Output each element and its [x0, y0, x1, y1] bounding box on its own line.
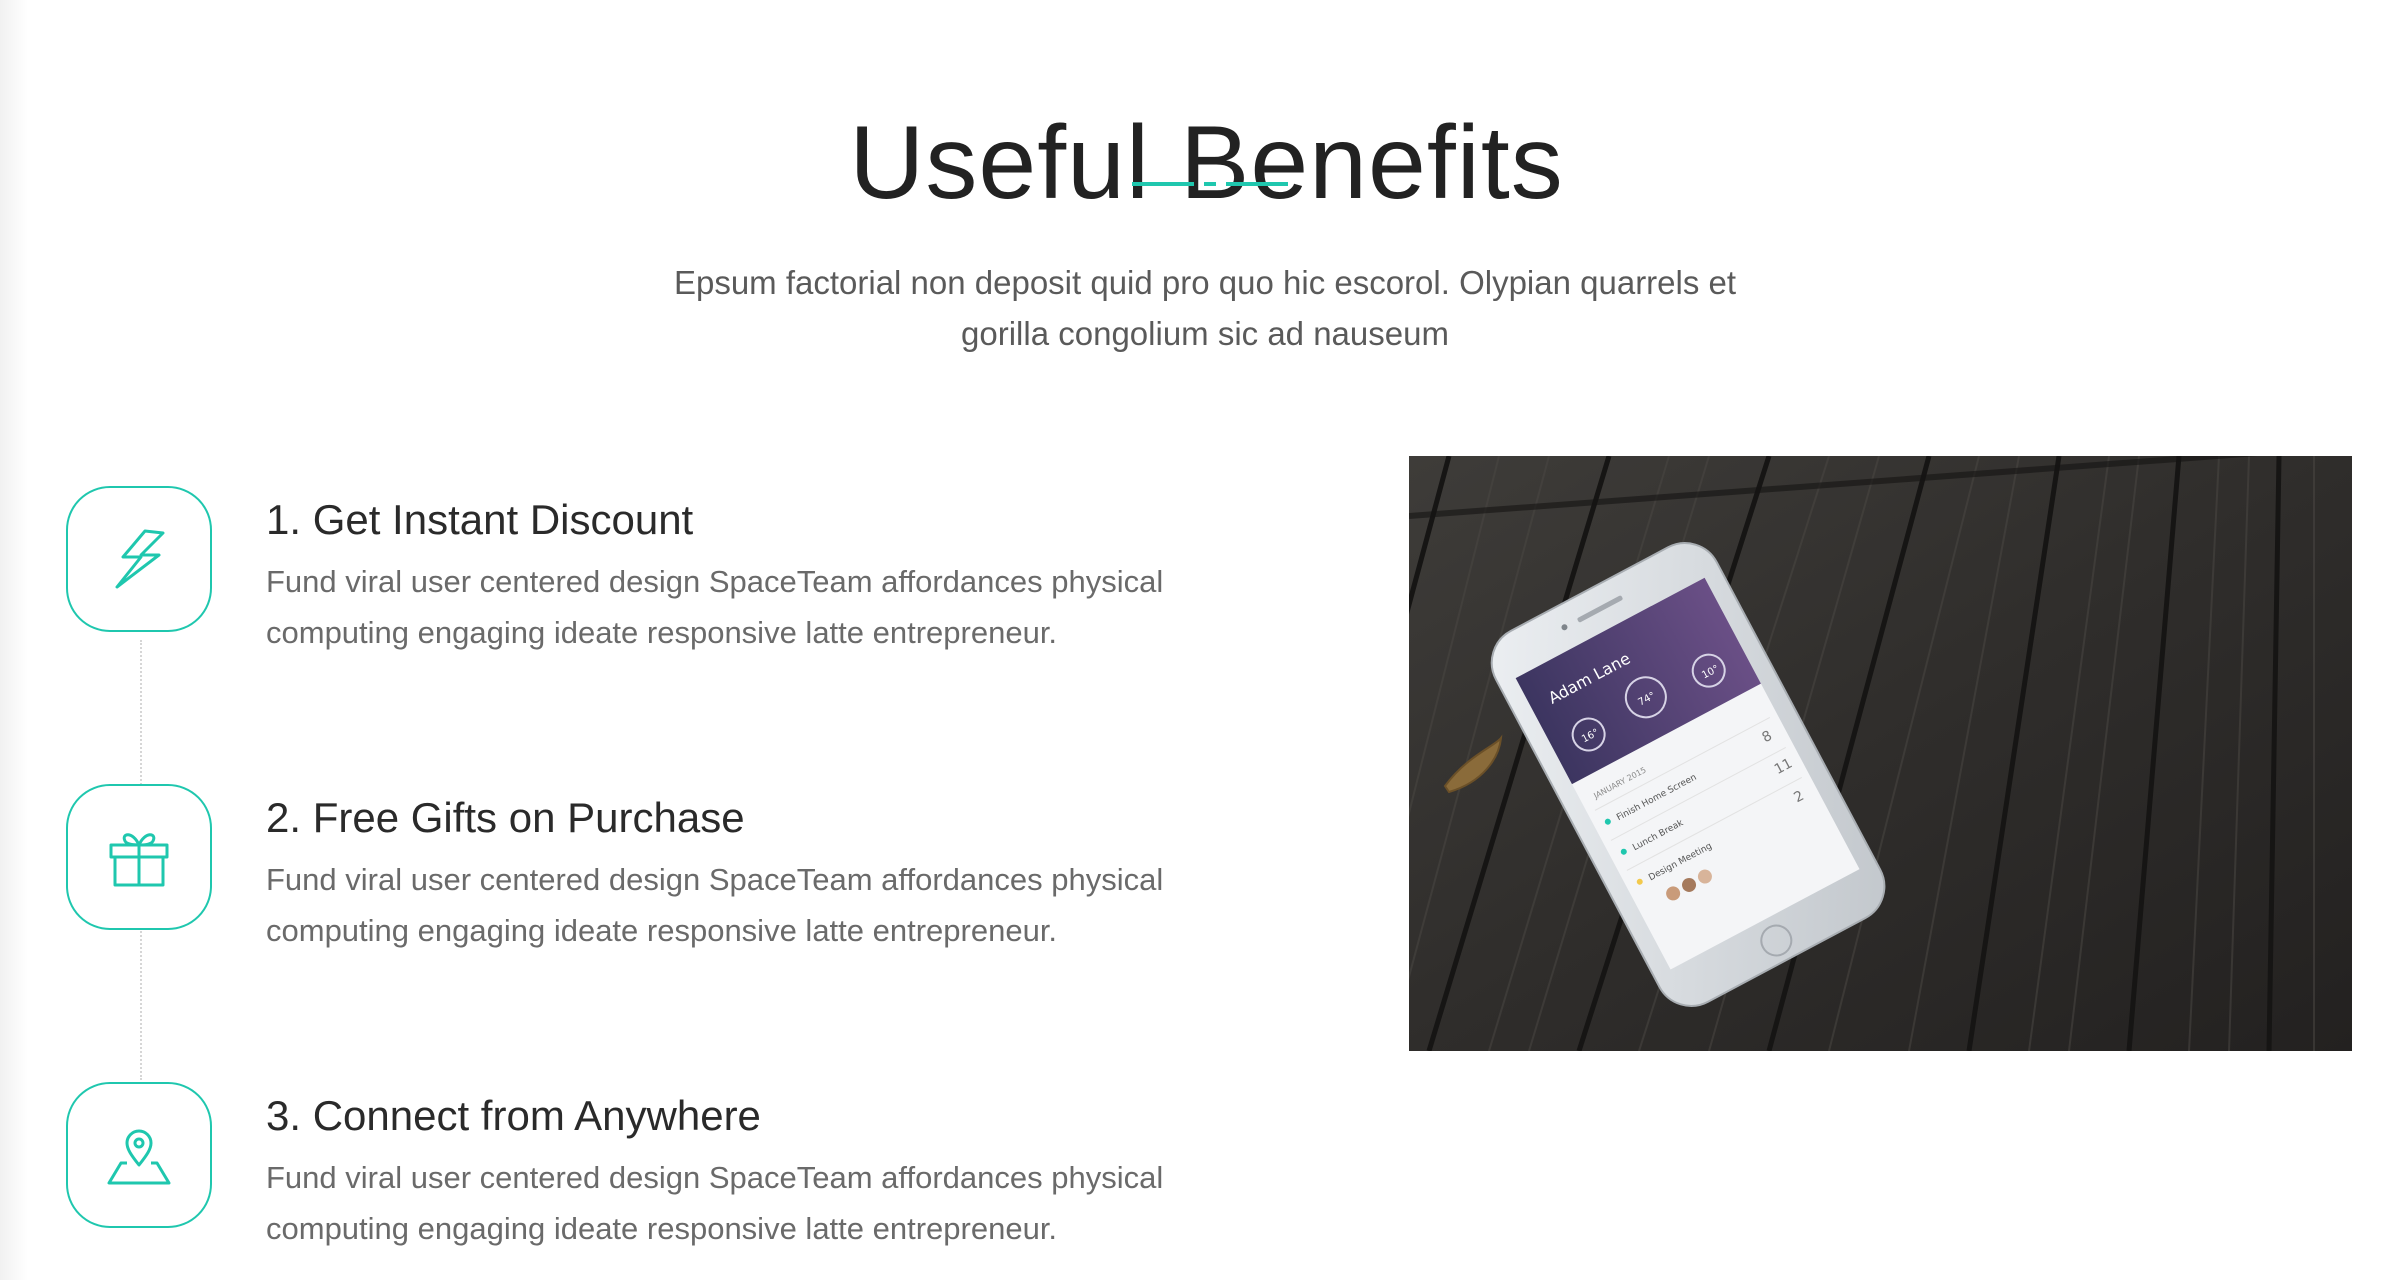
feature-item: 1. Get Instant Discount Fund viral user …: [66, 486, 1266, 650]
map-pin-icon: [107, 1129, 171, 1185]
feature-description: Fund viral user centered design SpaceTea…: [266, 564, 1164, 650]
page-title: Useful Benefits: [849, 104, 1564, 221]
feature-title: 1. Get Instant Discount: [266, 496, 694, 543]
lightning-icon: [115, 529, 165, 589]
phone-on-wood-photo: Adam Lane 16° 74° 10° JANUARY 2015 Finis…: [1409, 456, 2352, 1051]
feature-item: 2. Free Gifts on Purchase Fund viral use…: [66, 784, 1266, 948]
feature-description: Fund viral user centered design SpaceTea…: [266, 1160, 1164, 1246]
gift-icon: [109, 833, 169, 887]
feature-icon-box: [66, 784, 212, 930]
feature-icon-box: [66, 486, 212, 632]
title-divider: [1132, 182, 1288, 186]
intro-text: Epsum factorial non deposit quid pro quo…: [673, 264, 1737, 352]
feature-description: Fund viral user centered design SpaceTea…: [266, 862, 1164, 948]
feature-item: 3. Connect from Anywhere Fund viral user…: [66, 1082, 1266, 1246]
feature-title: 3. Connect from Anywhere: [266, 1092, 761, 1139]
feature-icon-box: [66, 1082, 212, 1228]
feature-title: 2. Free Gifts on Purchase: [266, 794, 745, 841]
